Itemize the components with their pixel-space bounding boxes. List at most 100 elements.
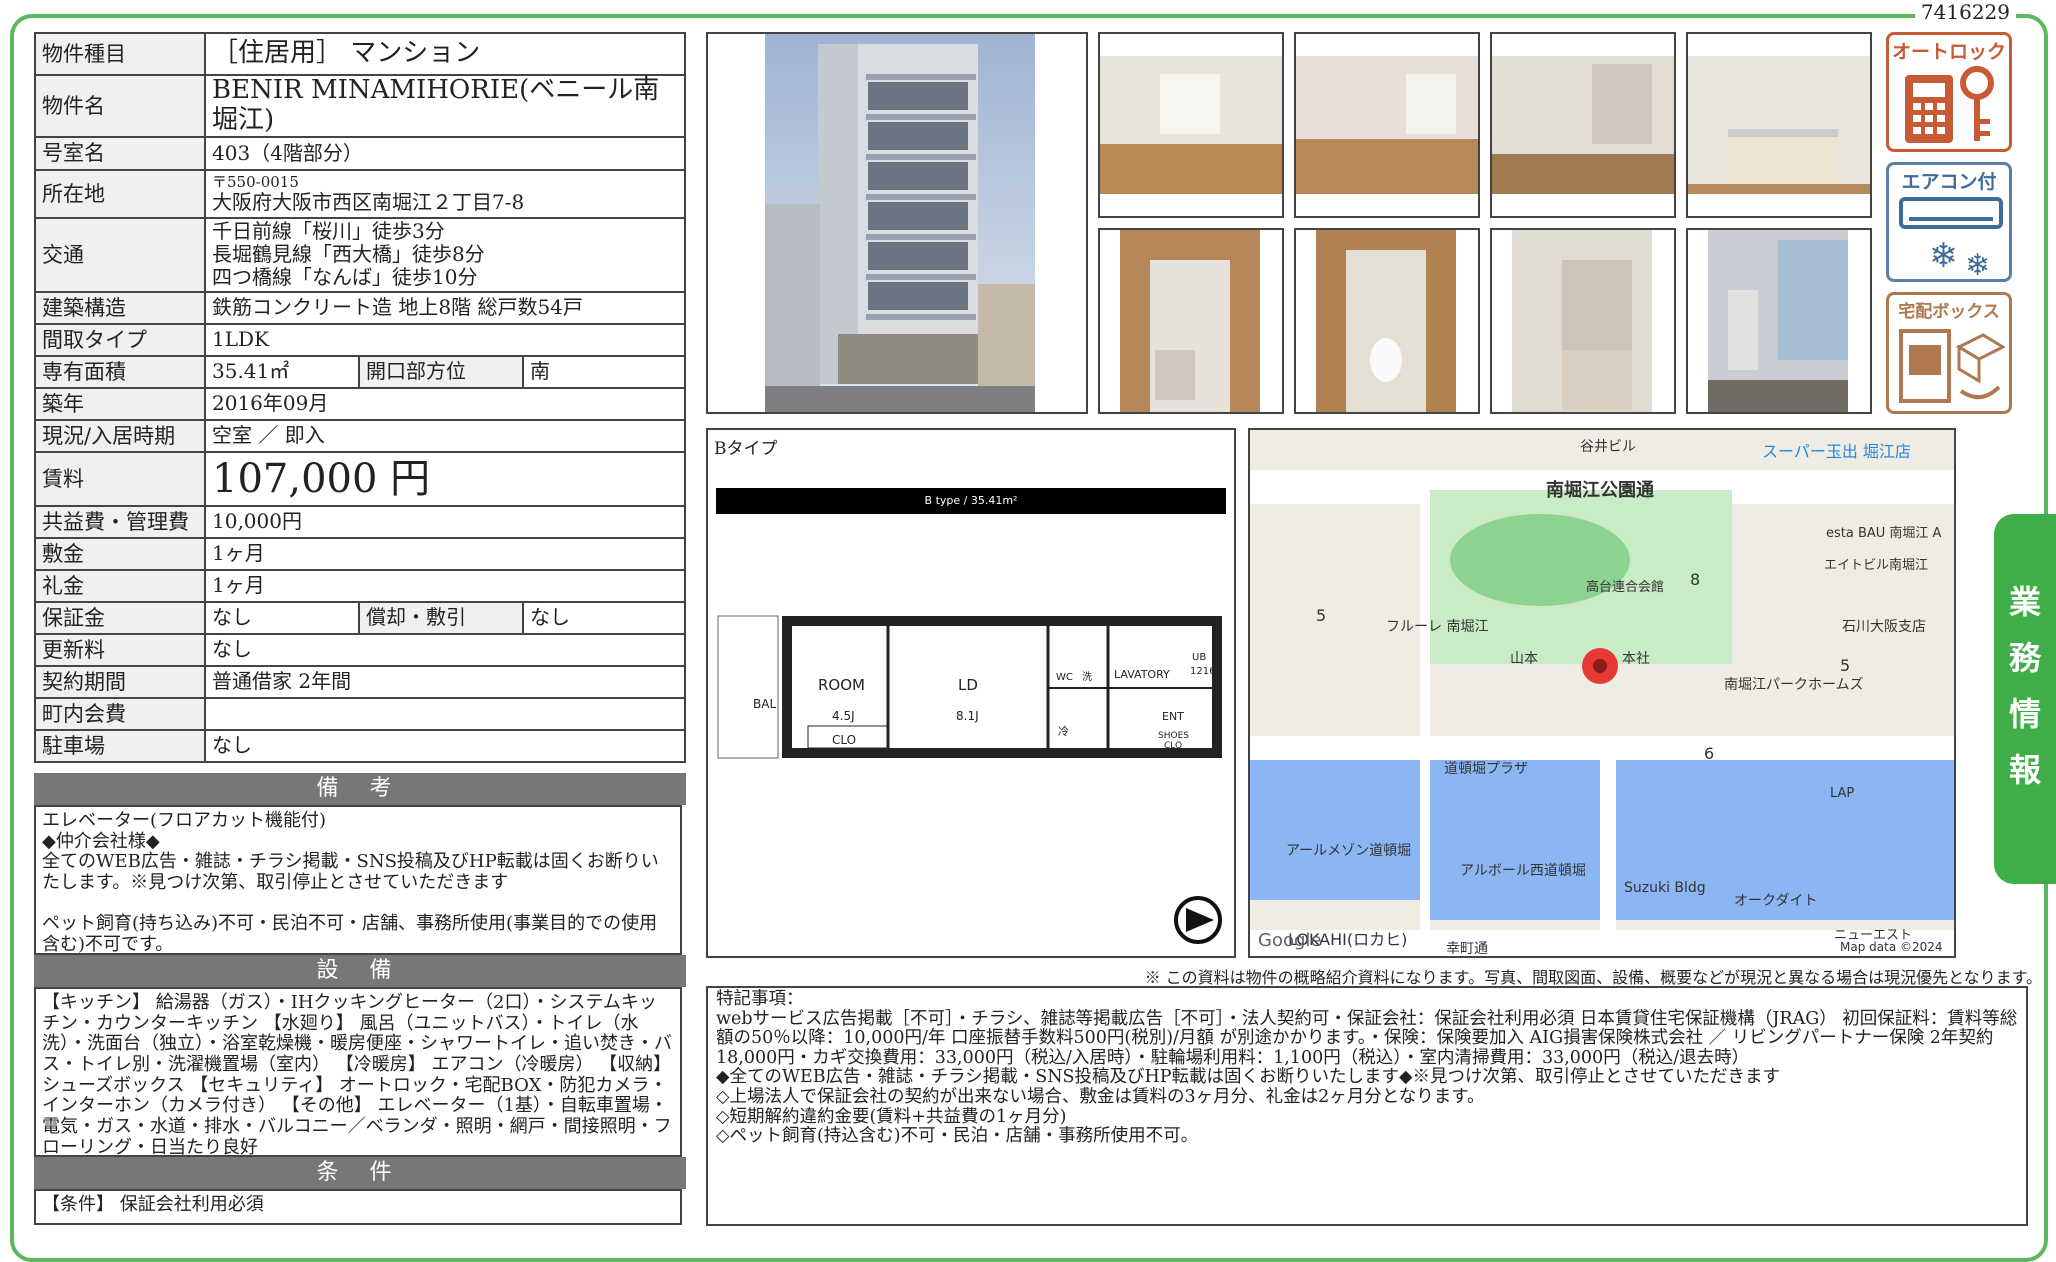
plan-label-room-size: 4.5J [832, 709, 855, 723]
aircon-icon: ❄ ❄ [1899, 197, 2003, 279]
plan-label-shoes-clo: CLO [1164, 741, 1182, 751]
plan-label-clo: CLO [832, 733, 856, 747]
interior-photo [1098, 32, 1284, 218]
map-label: 道頓堀プラザ [1444, 761, 1528, 777]
room-value: 403（4階部分） [204, 135, 686, 171]
tab-char: 情 [2008, 695, 2041, 733]
map-label: スーパー玉出 堀江店 [1762, 442, 1911, 461]
aircon-badge: エアコン付 ❄ ❄ [1886, 162, 2012, 282]
tab-char: 業 [2008, 583, 2041, 621]
remarks-text: エレベーター(フロアカット機能付) ◆仲介会社様◆ 全てのWEB広告・雑誌・チラ… [34, 805, 682, 955]
built-value: 2016年09月 [204, 386, 686, 421]
plan-label-ub-num: 1216 [1190, 666, 1215, 677]
location-map[interactable]: 谷井ビル スーパー玉出 堀江店 南堀江公園通 esta BAU 南堀江 A エイ… [1248, 428, 1956, 958]
autolock-badge: オートロック [1886, 32, 2012, 152]
layout-value: 1LDK [204, 322, 686, 357]
disclaimer: ※ この資料は物件の概略紹介資料になります。写真、間取図面、設備、概要などが現況… [1144, 968, 2042, 987]
floor-plan: Bタイプ B type / 35.41m² BAL ROOM 4.5J LD 8… [706, 428, 1236, 958]
parking-value: なし [204, 728, 686, 763]
map-label: 山本 [1510, 651, 1538, 667]
key-money-value: 1ヶ月 [204, 568, 686, 603]
google-logo: Google [1258, 930, 1322, 951]
renewal-value: なし [204, 632, 686, 667]
built-label: 築年 [34, 386, 206, 421]
renewal-label: 更新料 [34, 632, 206, 667]
map-label: LAP [1830, 786, 1855, 801]
map-label: 5 [1840, 656, 1851, 675]
direction-label: 開口部方位 [358, 354, 524, 389]
special-notes: 特記事項： webサービス広告掲載［不可］・チラシ、雑誌等掲載広告［不可］・法人… [706, 986, 2028, 1226]
status-label: 現況/入居時期 [34, 418, 206, 453]
type-value: ［住居用］ マンション [204, 32, 686, 76]
amortization-value: なし [522, 600, 686, 635]
map-label: アルボール西道頓堀 [1460, 863, 1586, 879]
svg-text:❄: ❄ [1965, 248, 1990, 279]
conditions-text: 【条件】 保証会社利用必須 [34, 1189, 682, 1225]
map-attribution: Map data ©2024 [1840, 940, 1943, 954]
map-label: 高台連合会館 [1586, 580, 1665, 595]
map-label: アールメゾン道頓堀 [1286, 843, 1412, 859]
name-label: 物件名 [34, 74, 206, 138]
address-label: 所在地 [34, 168, 206, 219]
remarks-header: 備 考 [34, 773, 686, 805]
equipment-header: 設 備 [34, 955, 686, 987]
plan-label-lavatory: LAVATORY [1114, 668, 1170, 681]
tab-char: 報 [2008, 751, 2041, 789]
key-money-label: 礼金 [34, 568, 206, 603]
map-label: 谷井ビル [1580, 439, 1636, 455]
map-label: 南堀江公園通 [1546, 480, 1654, 501]
map-label: オークダイト [1734, 893, 1818, 909]
guarantee-value: なし [204, 600, 360, 635]
plan-label-bal: BAL [753, 697, 776, 711]
type-label: 物件種目 [34, 32, 206, 76]
interior-photo [1490, 228, 1676, 414]
map-label: 5 [1316, 606, 1327, 625]
property-table: 物件種目 ［住居用］ マンション 物件名 BENIR MINAMIHORIE(ベニー… [34, 32, 686, 763]
plan-label-ub: UB [1192, 652, 1206, 663]
autolock-icon [1905, 66, 1994, 143]
access-line: 四つ橋線「なんば」徒歩10分 [212, 265, 478, 290]
deposit-value: 1ヶ月 [204, 536, 686, 571]
delivery-box-icon [1899, 329, 2005, 403]
amortization-label: 償却・敷引 [358, 600, 524, 635]
plan-label-ld: LD [958, 676, 978, 694]
map-label: 石川大阪支店 [1842, 619, 1926, 635]
building-photo [706, 32, 1088, 414]
status-value: 空室 ／ 即入 [204, 418, 686, 453]
contract-label: 契約期間 [34, 664, 206, 699]
map-label: Suzuki Bldg [1624, 880, 1706, 896]
parking-label: 駐車場 [34, 728, 206, 763]
floor-plan-drawing: BAL ROOM 4.5J LD 8.1J CLO WC 洗 LAVATORY … [717, 615, 1222, 944]
tab-char: 務 [2008, 639, 2041, 677]
room-label: 号室名 [34, 135, 206, 171]
balcony-photo [1686, 228, 1872, 414]
business-info-tab[interactable]: 業 務 情 報 [1994, 514, 2056, 884]
equipment-text: 【キッチン】 給湯器（ガス）・IHクッキングヒーター（2口）・システムキッチン・… [34, 987, 682, 1158]
deposit-label: 敷金 [34, 536, 206, 571]
fee-label: 共益費・管理費 [34, 504, 206, 539]
map-label: 南堀江パークホームズ [1724, 677, 1864, 693]
layout-label: 間取タイプ [34, 322, 206, 357]
plan-label-sen: 洗 [1082, 671, 1092, 683]
map-label: esta BAU 南堀江 A [1826, 526, 1942, 541]
interior-photo [1686, 32, 1872, 218]
name-value: BENIR MINAMIHORIE(ベニール南堀江) [204, 74, 686, 138]
association-label: 町内会費 [34, 696, 206, 731]
interior-photo [1098, 228, 1284, 414]
delivery-box-badge: 宅配ボックス [1886, 292, 2012, 414]
plan-label-shoes: SHOES [1158, 731, 1189, 741]
address-value: 大阪府大阪市西区南堀江２丁目7-8 [212, 189, 525, 214]
rent-value: 107,000 円 [204, 450, 686, 507]
interior-photo [1294, 228, 1480, 414]
autolock-label: オートロック [1891, 41, 2006, 63]
zip-code: 〒550-0015 [212, 172, 299, 191]
conditions-header: 条 件 [34, 1157, 686, 1189]
svg-text:❄: ❄ [1929, 236, 1958, 276]
rent-label: 賃料 [34, 450, 206, 507]
access-label: 交通 [34, 216, 206, 293]
plan-label-room: ROOM [818, 676, 865, 694]
building-illustration [765, 34, 1035, 412]
map-label: 本社 [1622, 651, 1650, 667]
area-label: 専有面積 [34, 354, 206, 389]
structure-value: 鉄筋コンクリート造 地上8階 総戸数54戸 [204, 290, 686, 325]
